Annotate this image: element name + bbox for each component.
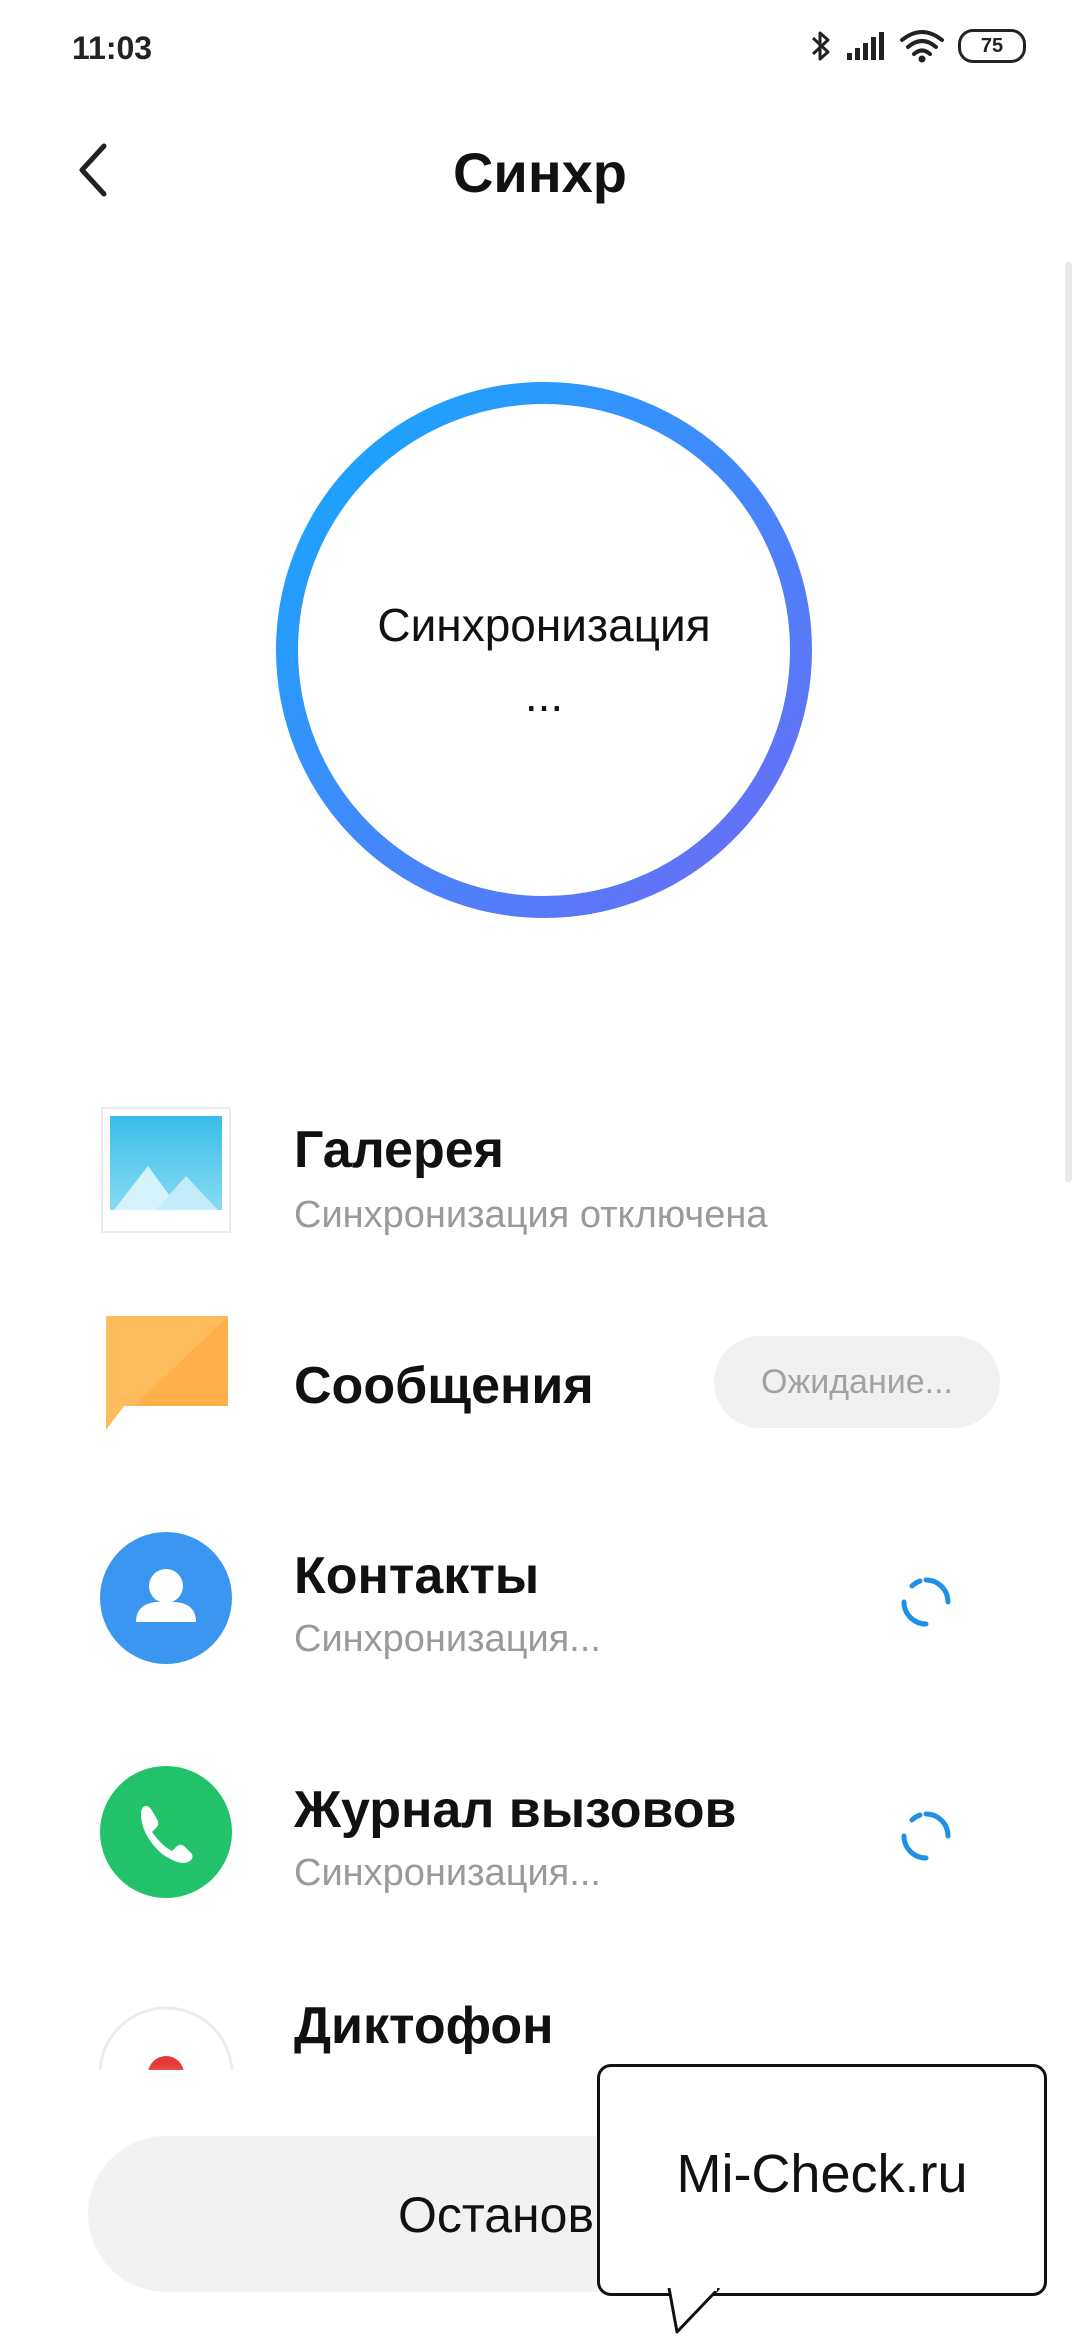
stop-button-label: Останов: [398, 2187, 595, 2243]
item-title-contacts: Контакты: [294, 1547, 540, 1605]
watermark-bubble: Mi-Check.ru: [597, 2064, 1047, 2296]
loading-spinner-icon: [901, 1811, 951, 1861]
list-item-recorder[interactable]: Диктофон: [0, 1970, 1080, 2070]
item-subtitle-contacts: Синхронизация...: [294, 1618, 601, 1660]
watermark-tail: [667, 2288, 721, 2334]
bluetooth-icon: [811, 31, 830, 61]
loading-spinner-icon: [901, 1577, 951, 1627]
status-icons: 75: [810, 28, 1026, 64]
list-item-call-log[interactable]: Журнал вызовов Синхронизация...: [0, 1734, 1080, 1934]
contacts-icon: [100, 1532, 232, 1664]
status-time: 11:03: [72, 30, 153, 66]
battery-icon: 75: [958, 29, 1026, 63]
item-subtitle-call-log: Синхронизация...: [294, 1852, 601, 1894]
sync-status-text: Синхронизация ...: [276, 590, 812, 730]
sync-status-line1: Синхронизация: [377, 599, 711, 651]
gallery-icon: [101, 1107, 231, 1233]
item-subtitle-gallery: Синхронизация отключена: [294, 1194, 768, 1236]
wifi-icon: [900, 30, 944, 63]
phone-icon: [100, 1766, 232, 1898]
item-title-gallery: Галерея: [294, 1121, 505, 1179]
waiting-status-badge: Ожидание...: [714, 1336, 1000, 1428]
messages-icon: [106, 1316, 228, 1430]
signal-icon: [847, 32, 884, 60]
recorder-icon: [98, 2006, 234, 2070]
watermark-text: Mi-Check.ru: [676, 2144, 968, 2204]
status-bar: 11:03 75: [0, 0, 1080, 100]
item-title-recorder: Диктофон: [294, 1997, 554, 2055]
list-item-gallery[interactable]: Галерея Синхронизация отключена: [0, 1080, 1080, 1280]
item-title-messages: Сообщения: [294, 1357, 594, 1415]
scroll-indicator: [1065, 262, 1072, 1182]
page-title: Синхр: [452, 141, 628, 204]
list-item-contacts[interactable]: Контакты Синхронизация...: [0, 1500, 1080, 1700]
item-title-call-log: Журнал вызовов: [294, 1781, 737, 1839]
sync-status-line2: ...: [524, 669, 564, 721]
